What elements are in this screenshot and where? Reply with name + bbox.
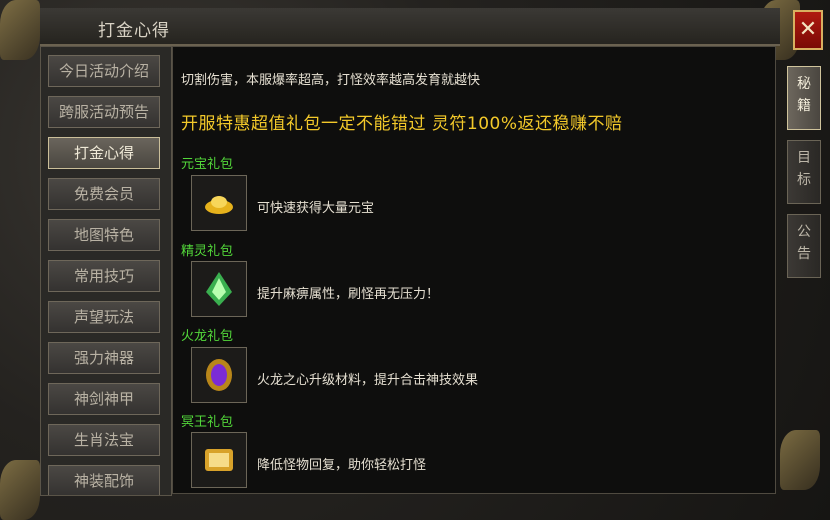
sidebar-item-today-events[interactable]: 今日活动介绍 xyxy=(48,55,160,87)
sidebar-item-cross-server-preview[interactable]: 跨服活动预告 xyxy=(48,96,160,128)
tab-announcement[interactable]: 公 告 xyxy=(787,214,821,278)
dragon-ornament-top-left xyxy=(0,0,40,60)
promo-headline: 开服特惠超值礼包一定不能错过 灵符100%返还稳赚不赔 xyxy=(181,114,623,134)
close-button[interactable]: ✕ xyxy=(793,10,823,50)
tab-announcement-char-2: 告 xyxy=(797,246,811,262)
tab-goals[interactable]: 目 标 xyxy=(787,140,821,204)
sidebar-item-sword-armor[interactable]: 神剑神甲 xyxy=(48,383,160,415)
pack-title-underworld: 冥王礼包 xyxy=(181,415,234,430)
pack-title-fire-dragon: 火龙礼包 xyxy=(181,329,234,344)
pack-desc-ingot: 可快速获得大量元宝 xyxy=(257,201,375,216)
dragon-ornament-bottom-right xyxy=(780,430,820,490)
pack-title-ingot: 元宝礼包 xyxy=(181,157,234,172)
intro-text: 切割伤害，本服爆率超高，打怪效率越高发育就越快 xyxy=(181,73,481,88)
tab-secrets-char-1: 秘 xyxy=(797,76,811,92)
fire-dragon-heart-icon[interactable] xyxy=(191,347,247,403)
pack-desc-spirit: 提升麻痹属性，刷怪再无压力！ xyxy=(257,287,440,302)
green-spirit-icon[interactable] xyxy=(191,261,247,317)
tab-goals-char-1: 目 xyxy=(797,150,811,166)
sidebar-item-free-membership[interactable]: 免费会员 xyxy=(48,178,160,210)
sidebar-item-common-tips[interactable]: 常用技巧 xyxy=(48,260,160,292)
sidebar-item-gold-farming-tips[interactable]: 打金心得 xyxy=(48,137,160,169)
tab-goals-char-2: 标 xyxy=(797,172,811,188)
tab-announcement-char-1: 公 xyxy=(797,224,811,240)
sidebar-item-artifacts[interactable]: 强力神器 xyxy=(48,342,160,374)
gold-ingot-icon[interactable] xyxy=(191,175,247,231)
dragon-ornament-bottom-left xyxy=(0,460,40,520)
sidebar-item-map-features[interactable]: 地图特色 xyxy=(48,219,160,251)
sidebar: 今日活动介绍 跨服活动预告 打金心得 免费会员 地图特色 常用技巧 声望玩法 强… xyxy=(40,46,172,496)
tab-secrets-char-2: 籍 xyxy=(797,98,811,114)
tab-secrets[interactable]: 秘 籍 xyxy=(787,66,821,130)
pack-desc-fire-dragon: 火龙之心升级材料，提升合击神技效果 xyxy=(257,373,479,388)
window-frame: 打金心得 ✕ 今日活动介绍 跨服活动预告 打金心得 免费会员 地图特色 常用技巧… xyxy=(0,0,830,520)
window-title: 打金心得 xyxy=(98,21,170,41)
sidebar-item-reputation[interactable]: 声望玩法 xyxy=(48,301,160,333)
content-panel: 切割伤害，本服爆率超高，打怪效率越高发育就越快 开服特惠超值礼包一定不能错过 灵… xyxy=(172,46,776,494)
underworld-scroll-icon[interactable] xyxy=(191,432,247,488)
pack-title-spirit: 精灵礼包 xyxy=(181,244,234,259)
sidebar-item-divine-accessories[interactable]: 神装配饰 xyxy=(48,465,160,495)
pack-desc-underworld: 降低怪物回复，助你轻松打怪 xyxy=(257,458,427,473)
sidebar-item-zodiac-treasure[interactable]: 生肖法宝 xyxy=(48,424,160,456)
